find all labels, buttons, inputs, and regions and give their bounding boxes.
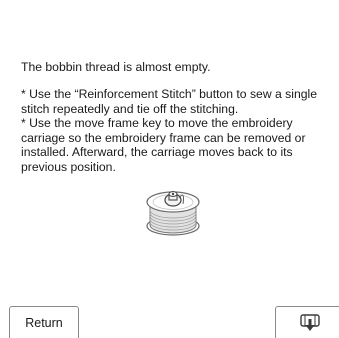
- note-line: * Use the “Reinforcement Stitch” button …: [21, 87, 318, 101]
- instruction-notes: * Use the “Reinforcement Stitch” button …: [21, 87, 327, 175]
- return-button[interactable]: Return: [9, 306, 79, 338]
- bobbin-icon: [143, 180, 203, 242]
- note-line: stitch repeatedly and tie off the stitch…: [21, 101, 239, 116]
- move-frame-button[interactable]: [275, 306, 339, 338]
- message-title: The bobbin thread is almost empty.: [21, 60, 211, 74]
- note-line: * Use the move frame key to move the emb…: [21, 116, 293, 131]
- note-line: previous position.: [21, 159, 116, 174]
- note-line: carriage so the embroidery frame can be …: [21, 130, 306, 145]
- note-line: installed. Afterward, the carriage moves…: [21, 145, 293, 160]
- message-panel: The bobbin thread is almost empty. * Use…: [0, 0, 339, 338]
- move-frame-icon: [298, 313, 322, 333]
